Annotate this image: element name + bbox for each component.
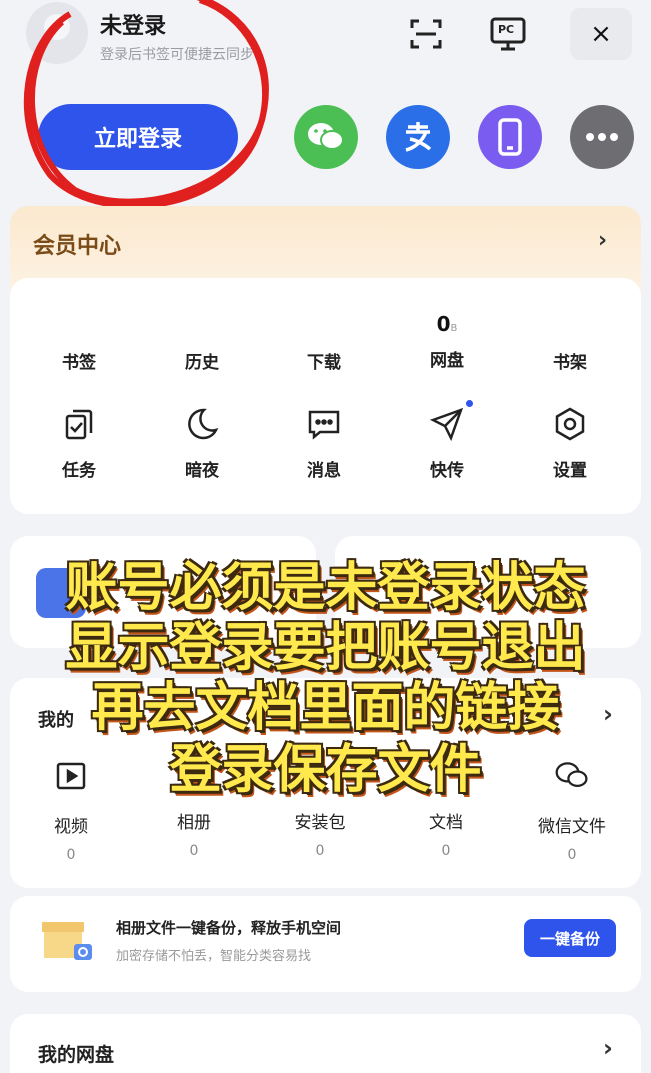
tool-label: 任务 bbox=[62, 461, 96, 481]
scan-icon[interactable] bbox=[406, 14, 446, 54]
tool-bookmarks[interactable]: 书签 bbox=[34, 348, 124, 373]
file-type-label: 微信文件 bbox=[538, 817, 606, 837]
wechat-icon bbox=[308, 123, 344, 150]
pc-label: PC bbox=[498, 23, 515, 36]
pc-icon[interactable]: PC bbox=[488, 14, 528, 54]
tool-downloads[interactable]: 下载 bbox=[279, 348, 369, 373]
tool-label: 设置 bbox=[553, 461, 587, 481]
file-type-count: 0 bbox=[567, 847, 577, 863]
file-type-documents[interactable]: 文档 0 bbox=[401, 808, 491, 859]
backup-box-icon bbox=[42, 922, 92, 960]
gear-icon bbox=[555, 407, 585, 441]
message-icon bbox=[308, 410, 340, 440]
alipay-icon bbox=[405, 122, 432, 152]
file-type-label: 文档 bbox=[429, 813, 463, 833]
file-type-label: 相册 bbox=[177, 813, 211, 833]
caption-line-4: 登录保存文件 bbox=[169, 740, 482, 800]
new-dot-badge bbox=[466, 400, 473, 407]
more-login-button[interactable] bbox=[570, 105, 634, 169]
tool-label: 消息 bbox=[307, 461, 341, 481]
tool-label: 历史 bbox=[185, 353, 219, 373]
close-button[interactable]: × bbox=[570, 8, 632, 60]
tool-tasks[interactable]: 任务 bbox=[34, 406, 124, 481]
tool-cloud-drive[interactable]: 0B 网盘 bbox=[402, 312, 492, 371]
tool-history[interactable]: 历史 bbox=[157, 348, 247, 373]
member-center-title: 会员中心 bbox=[33, 234, 122, 259]
caption-line-3: 再去文档里面的链接 bbox=[91, 678, 560, 738]
phone-login-button[interactable] bbox=[478, 105, 542, 169]
caption-line-2: 显示登录要把账号退出 bbox=[65, 618, 586, 678]
tool-label: 暗夜 bbox=[185, 461, 219, 481]
tool-label: 快传 bbox=[430, 461, 464, 481]
tool-quick-send[interactable]: 快传 bbox=[402, 400, 492, 481]
file-type-album[interactable]: 相册 0 bbox=[149, 808, 239, 859]
send-icon bbox=[429, 407, 464, 442]
file-type-count: 0 bbox=[315, 843, 325, 859]
tool-settings[interactable]: 设置 bbox=[525, 406, 615, 481]
backup-title: 相册文件一键备份，释放手机空间 bbox=[116, 919, 342, 937]
task-icon bbox=[65, 409, 93, 440]
alipay-login-button[interactable] bbox=[386, 105, 450, 169]
moon-icon bbox=[188, 408, 219, 440]
tool-night-mode[interactable]: 暗夜 bbox=[157, 406, 247, 481]
tool-label: 网盘 bbox=[430, 351, 464, 371]
cloud-drive-unit: B bbox=[450, 323, 458, 334]
cloud-drive-title: 我的网盘 bbox=[38, 1044, 115, 1066]
tool-bookshelf[interactable]: 书架 bbox=[525, 348, 615, 373]
login-status-subtitle: 登录后书签可便捷云同步 bbox=[100, 47, 254, 63]
close-icon: × bbox=[590, 19, 612, 49]
login-button[interactable]: 立即登录 bbox=[38, 104, 238, 170]
tool-label: 书签 bbox=[62, 353, 96, 373]
file-type-count: 0 bbox=[441, 843, 451, 859]
file-type-label: 视频 bbox=[54, 817, 88, 837]
phone-icon bbox=[498, 118, 522, 156]
wechat-login-button[interactable] bbox=[294, 105, 358, 169]
file-type-count: 0 bbox=[189, 843, 199, 859]
cloud-drive-count: 0 bbox=[436, 312, 451, 336]
backup-button[interactable]: 一键备份 bbox=[524, 919, 616, 957]
caption-line-1: 账号必须是未登录状态 bbox=[65, 558, 586, 618]
tool-messages[interactable]: 消息 bbox=[279, 406, 369, 481]
avatar[interactable] bbox=[26, 2, 88, 64]
backup-subtitle: 加密存储不怕丢，智能分类容易找 bbox=[116, 949, 312, 964]
file-type-apk[interactable]: 安装包 0 bbox=[275, 808, 365, 859]
tool-label: 书架 bbox=[553, 353, 587, 373]
tool-label: 下载 bbox=[307, 353, 341, 373]
more-icon bbox=[586, 133, 618, 141]
login-status-title: 未登录 bbox=[100, 14, 167, 39]
file-type-count: 0 bbox=[66, 847, 76, 863]
file-type-label: 安装包 bbox=[294, 813, 346, 833]
chevron-right-icon: › bbox=[598, 228, 608, 253]
chevron-right-icon[interactable]: › bbox=[603, 1034, 613, 1062]
